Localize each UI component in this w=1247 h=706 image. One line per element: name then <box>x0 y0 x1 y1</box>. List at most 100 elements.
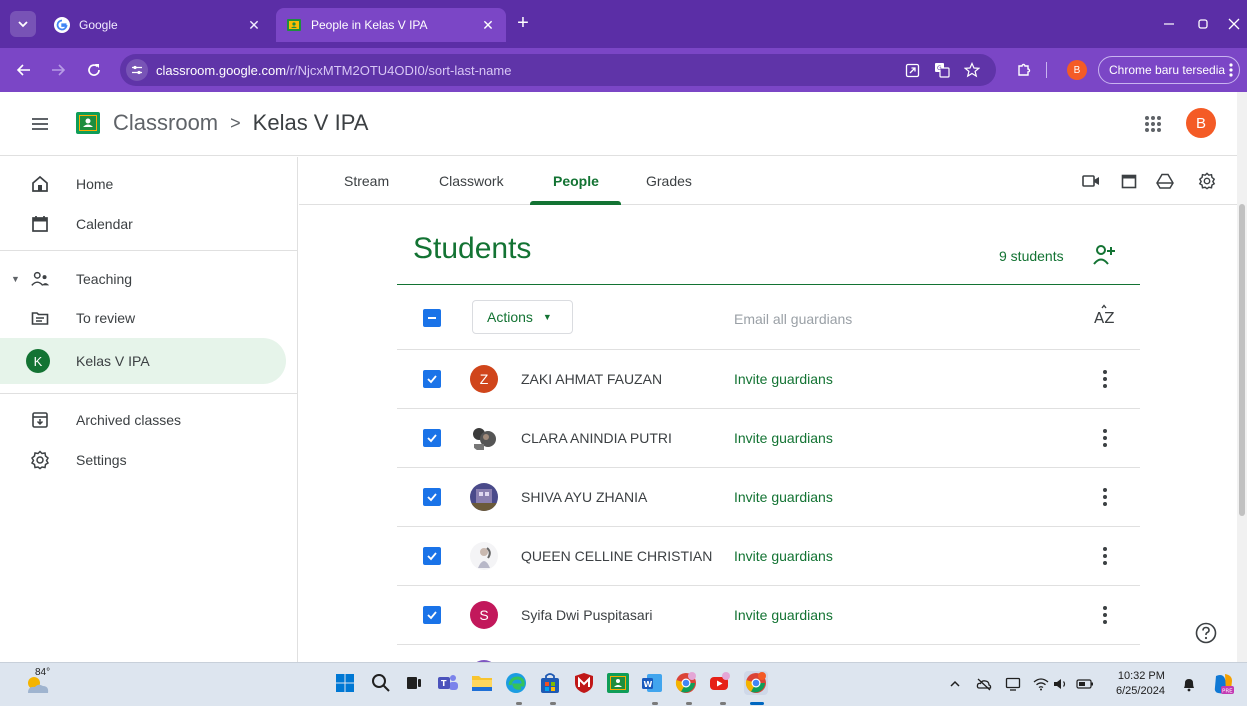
edge-app[interactable] <box>504 671 528 695</box>
site-info-button[interactable] <box>126 59 148 81</box>
more-vert-icon[interactable] <box>1095 368 1115 390</box>
google-apps-icon[interactable] <box>1141 112 1165 136</box>
extensions-button[interactable] <box>1014 60 1034 80</box>
student-checkbox[interactable] <box>423 370 441 388</box>
student-checkbox[interactable] <box>423 606 441 624</box>
invite-guardians-link[interactable]: Invite guardians <box>734 607 833 623</box>
account-avatar[interactable]: B <box>1186 108 1216 138</box>
menu-icon[interactable] <box>28 112 52 136</box>
active-indicator <box>750 702 764 705</box>
display-icon[interactable] <box>1004 675 1022 693</box>
people-content: Students 9 students Actions ▼ Email all … <box>299 206 1237 662</box>
student-name[interactable]: QUEEN CELLINE CHRISTIAN <box>521 548 712 564</box>
mcafee-app[interactable] <box>572 671 596 695</box>
minimize-button[interactable] <box>1157 12 1181 36</box>
actions-dropdown[interactable]: Actions ▼ <box>472 300 573 334</box>
cloud-sync-icon[interactable] <box>975 675 993 693</box>
more-vert-icon[interactable] <box>1095 545 1115 567</box>
close-window-button[interactable] <box>1222 12 1246 36</box>
student-name[interactable]: CLARA ANINDIA PUTRI <box>521 430 672 446</box>
select-all-checkbox[interactable] <box>423 309 441 327</box>
chrome-active-app[interactable] <box>744 671 768 695</box>
avatar: Z <box>470 365 498 393</box>
more-vert-icon[interactable] <box>1095 486 1115 508</box>
student-checkbox[interactable] <box>423 429 441 447</box>
store-app[interactable] <box>538 671 562 695</box>
open-in-app-button[interactable] <box>902 60 922 80</box>
bookmark-button[interactable] <box>962 60 982 80</box>
restore-button[interactable] <box>1191 12 1215 36</box>
copilot-icon[interactable]: PRE <box>1210 671 1236 697</box>
invite-students-icon[interactable] <box>1092 244 1116 266</box>
calendar-button[interactable] <box>1119 171 1139 191</box>
youtube-app[interactable] <box>708 671 732 695</box>
teaching-icon <box>30 269 50 289</box>
profile-button[interactable]: B <box>1067 60 1087 80</box>
tab-stream[interactable]: Stream <box>344 157 389 205</box>
app-name-link[interactable]: Classroom <box>113 110 218 136</box>
help-icon[interactable] <box>1194 621 1218 645</box>
invite-guardians-link[interactable]: Invite guardians <box>734 371 833 387</box>
more-vert-icon[interactable] <box>1095 427 1115 449</box>
tab-classwork[interactable]: Classwork <box>439 157 504 205</box>
invite-guardians-link[interactable]: Invite guardians <box>734 430 833 446</box>
search-button[interactable] <box>369 671 393 695</box>
drive-folder-button[interactable] <box>1155 171 1175 191</box>
battery-icon[interactable] <box>1076 675 1094 693</box>
student-name[interactable]: SHIVA AYU ZHANIA <box>521 489 647 505</box>
invite-guardians-link[interactable]: Invite guardians <box>734 489 833 505</box>
reload-button[interactable] <box>84 60 104 80</box>
sidebar-item-label: Teaching <box>76 271 133 287</box>
notification-bell-icon[interactable] <box>1180 675 1198 693</box>
browser-tab-google[interactable]: Google ✕ <box>44 8 272 42</box>
volume-icon[interactable] <box>1052 675 1070 693</box>
teams-app[interactable]: T <box>436 671 460 695</box>
student-name[interactable]: Syifa Dwi Puspitasari <box>521 607 653 623</box>
close-icon[interactable]: ✕ <box>246 17 262 33</box>
task-view-button[interactable] <box>402 671 426 695</box>
tray-overflow-icon[interactable] <box>946 675 964 693</box>
invite-guardians-link[interactable]: Invite guardians <box>734 548 833 564</box>
table-row: SHIVA AYU ZHANIA Invite guardians <box>397 467 1140 526</box>
chrome-update-button[interactable]: Chrome baru tersedia <box>1098 56 1240 84</box>
sidebar-item-settings[interactable]: Settings <box>0 437 286 483</box>
scroll-thumb[interactable] <box>1239 204 1245 516</box>
close-icon[interactable]: ✕ <box>480 17 496 33</box>
browser-tab-people[interactable]: People in Kelas V IPA ✕ <box>276 8 506 42</box>
page-scrollbar[interactable] <box>1237 92 1247 662</box>
sidebar-item-to-review[interactable]: To review <box>0 295 286 341</box>
tab-grades[interactable]: Grades <box>646 157 692 205</box>
start-button[interactable] <box>333 671 357 695</box>
wifi-icon[interactable] <box>1032 675 1050 693</box>
chrome-profile-app-1[interactable] <box>674 671 698 695</box>
class-name-link[interactable]: Kelas V IPA <box>253 110 369 136</box>
sort-az-icon[interactable]: AZ <box>1093 304 1115 328</box>
word-app[interactable]: W <box>640 671 664 695</box>
student-name[interactable]: ZAKI AHMAT FAUZAN <box>521 371 662 387</box>
system-clock[interactable]: 10:32 PM 6/25/2024 <box>1116 669 1165 699</box>
url-path: /r/NjcxMTM2OTU4ODI0/sort-last-name <box>286 62 512 78</box>
class-settings-button[interactable] <box>1197 171 1217 191</box>
translate-icon: G <box>935 63 950 78</box>
translate-button[interactable]: G <box>932 60 952 80</box>
more-vert-icon[interactable] <box>1095 604 1115 626</box>
forward-button[interactable] <box>48 60 68 80</box>
new-tab-button[interactable]: + <box>512 13 534 35</box>
email-all-guardians-button[interactable]: Email all guardians <box>734 311 852 327</box>
sidebar-item-calendar[interactable]: Calendar <box>0 201 286 247</box>
reload-icon <box>88 64 100 76</box>
student-checkbox[interactable] <box>423 547 441 565</box>
student-checkbox[interactable] <box>423 488 441 506</box>
table-row: Z ZAKI AHMAT FAUZAN Invite guardians <box>397 349 1140 408</box>
tab-search-button[interactable] <box>10 11 36 37</box>
back-button[interactable] <box>14 60 34 80</box>
classroom-taskbar-app[interactable] <box>606 671 630 695</box>
caret-down-icon[interactable]: ▼ <box>11 274 20 284</box>
file-explorer-app[interactable] <box>470 671 494 695</box>
sidebar-item-kelas-v-ipa[interactable]: K Kelas V IPA <box>0 338 286 384</box>
classroom-logo-icon[interactable] <box>76 112 100 134</box>
address-bar[interactable]: classroom.google.com/r/NjcxMTM2OTU4ODI0/… <box>120 54 996 86</box>
task-view-icon <box>407 677 421 689</box>
tab-people[interactable]: People <box>553 157 599 205</box>
meet-button[interactable] <box>1081 171 1101 191</box>
